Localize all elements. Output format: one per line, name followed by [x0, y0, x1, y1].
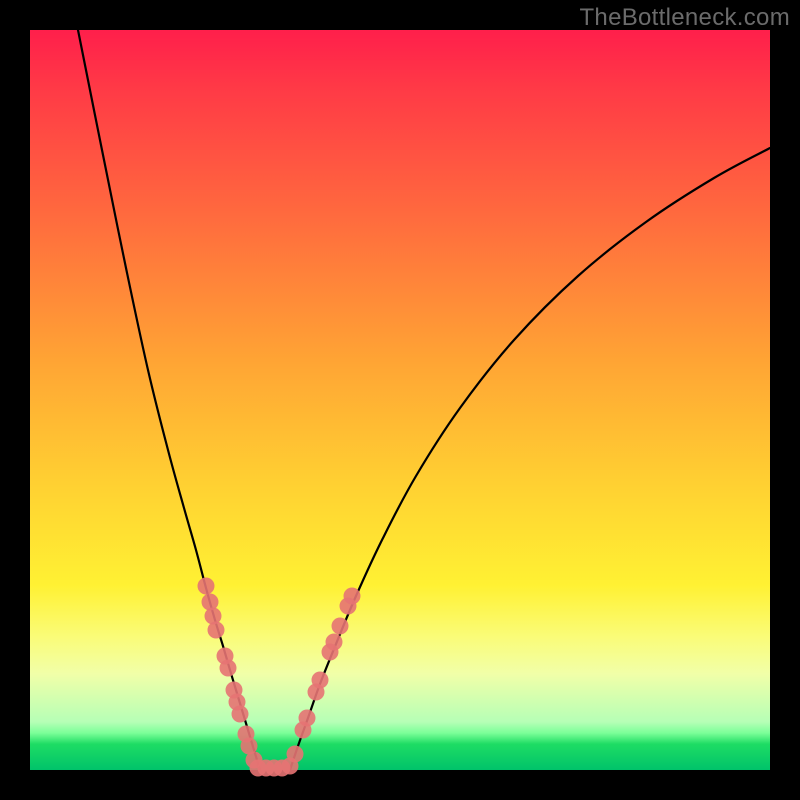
highlight-dot [332, 618, 349, 635]
highlight-dot [232, 706, 249, 723]
highlight-dot [312, 672, 329, 689]
highlight-dot [198, 578, 215, 595]
highlight-dot [220, 660, 237, 677]
highlight-dots [198, 578, 361, 777]
curve-layer [30, 30, 770, 770]
highlight-dot [299, 710, 316, 727]
plot-area [30, 30, 770, 770]
highlight-dot [287, 746, 304, 763]
watermark-text: TheBottleneck.com [579, 4, 790, 32]
curve-right-branch [290, 148, 770, 770]
highlight-dot [326, 634, 343, 651]
highlight-dot [208, 622, 225, 639]
highlight-dot [205, 608, 222, 625]
highlight-dot [202, 594, 219, 611]
highlight-dot [344, 588, 361, 605]
